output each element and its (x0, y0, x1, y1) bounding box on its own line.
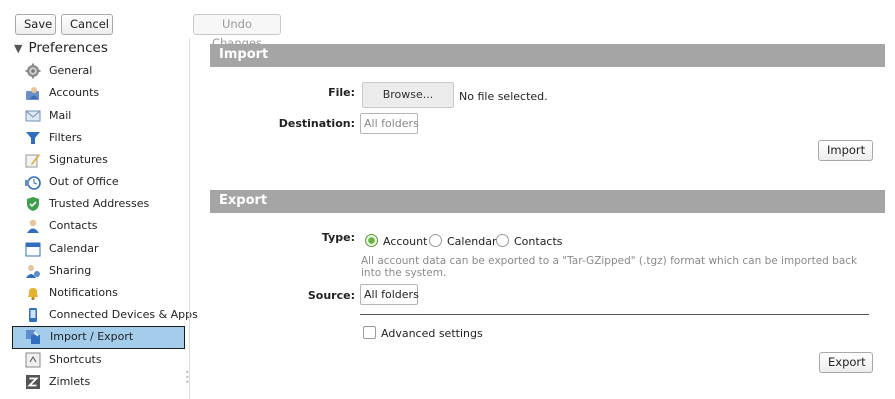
sidebar-item-out-of-office[interactable]: Out of Office (12, 171, 185, 193)
mail-icon (25, 110, 41, 122)
type-contacts-radio[interactable] (496, 234, 509, 247)
sidebar-item-label: Accounts (49, 86, 100, 99)
sidebar-item-label: Connected Devices & Apps (49, 308, 198, 321)
export-section-header: Export (210, 190, 885, 213)
sidebar-item-label: Trusted Addresses (49, 197, 150, 210)
sidebar-item-label: General (49, 64, 93, 77)
sidebar-item-signatures[interactable]: Signatures (12, 149, 185, 171)
accounts-icon (26, 87, 39, 100)
destination-label: Destination: (278, 117, 355, 130)
sidebar-item-calendar[interactable]: Calendar (12, 238, 185, 260)
calendar-icon (25, 242, 41, 257)
sidebar-divider (189, 38, 190, 399)
sidebar-item-label: Zimlets (49, 375, 91, 388)
sidebar-item-label: Calendar (49, 242, 99, 255)
type-calendar-radio[interactable] (429, 234, 442, 247)
type-contacts-label[interactable]: Contacts (514, 235, 563, 248)
preferences-header[interactable]: ▼ Preferences (14, 40, 108, 58)
sidebar-item-label: Import / Export (50, 330, 134, 343)
sidebar-item-filters[interactable]: Filters (12, 127, 185, 149)
collapse-triangle-icon[interactable]: ▼ (14, 42, 22, 55)
sidebar-item-label: Filters (49, 131, 82, 144)
import-export-icon (26, 330, 40, 344)
type-account-radio[interactable] (365, 234, 378, 247)
export-button[interactable]: Export (819, 352, 873, 373)
sidebar-item-contacts[interactable]: Contacts (12, 215, 185, 237)
advanced-settings-label[interactable]: Advanced settings (381, 327, 483, 340)
advanced-settings-checkbox[interactable] (363, 326, 376, 339)
shortcuts-icon (25, 352, 41, 368)
source-label: Source: (307, 289, 355, 302)
sidebar-item-sharing[interactable]: Sharing (12, 260, 185, 282)
shield-icon (27, 197, 39, 211)
sharing-icon (26, 265, 40, 278)
sidebar-item-accounts[interactable]: Accounts (12, 82, 185, 104)
import-button[interactable]: Import (818, 140, 873, 161)
sidebar-item-label: Shortcuts (49, 353, 102, 366)
zimlets-icon (26, 375, 40, 389)
sidebar-item-connected-devices[interactable]: Connected Devices & Apps (12, 304, 198, 326)
preferences-title: Preferences (28, 40, 108, 56)
sidebar-item-label: Sharing (49, 264, 92, 277)
gear-icon (25, 63, 41, 79)
clock-icon (25, 176, 41, 190)
import-section-header: Import (210, 44, 885, 67)
browse-button[interactable]: Browse... (362, 82, 454, 108)
type-account-label[interactable]: Account (383, 235, 427, 248)
sidebar-item-general[interactable]: General (12, 60, 185, 82)
sidebar-item-zimlets[interactable]: Zimlets (12, 371, 185, 393)
source-select[interactable]: All folders (360, 284, 419, 305)
resize-grip-icon[interactable]: • • • (185, 369, 190, 388)
sidebar-item-mail[interactable]: Mail (12, 105, 185, 127)
sidebar-item-label: Out of Office (49, 175, 119, 188)
cancel-button[interactable]: Cancel (61, 14, 113, 35)
file-label: File: (328, 86, 355, 99)
sidebar-item-label: Contacts (49, 219, 98, 232)
bell-icon (28, 288, 38, 301)
no-file-text: No file selected. (459, 90, 548, 103)
undo-changes-button[interactable]: Undo Changes (193, 14, 281, 50)
sidebar-item-label: Notifications (49, 286, 118, 299)
sidebar-item-trusted-addresses[interactable]: Trusted Addresses (12, 193, 185, 215)
mobile-device-icon (29, 308, 37, 322)
save-button[interactable]: Save (15, 14, 56, 35)
filter-icon (26, 132, 40, 144)
sidebar-item-label: Mail (49, 109, 72, 122)
sidebar-item-notifications[interactable]: Notifications (12, 282, 185, 304)
export-hint-text: All account data can be exported to a "T… (361, 255, 858, 279)
contacts-icon (27, 219, 39, 233)
sidebar-item-shortcuts[interactable]: Shortcuts (12, 349, 185, 371)
type-calendar-label[interactable]: Calendar (447, 235, 496, 248)
destination-select[interactable]: All folders (360, 113, 419, 134)
sidebar-item-import-export[interactable]: Import / Export (12, 326, 185, 349)
type-label: Type: (321, 231, 355, 244)
export-divider (360, 314, 869, 315)
sidebar-item-label: Signatures (49, 153, 108, 166)
signature-icon (25, 154, 40, 168)
